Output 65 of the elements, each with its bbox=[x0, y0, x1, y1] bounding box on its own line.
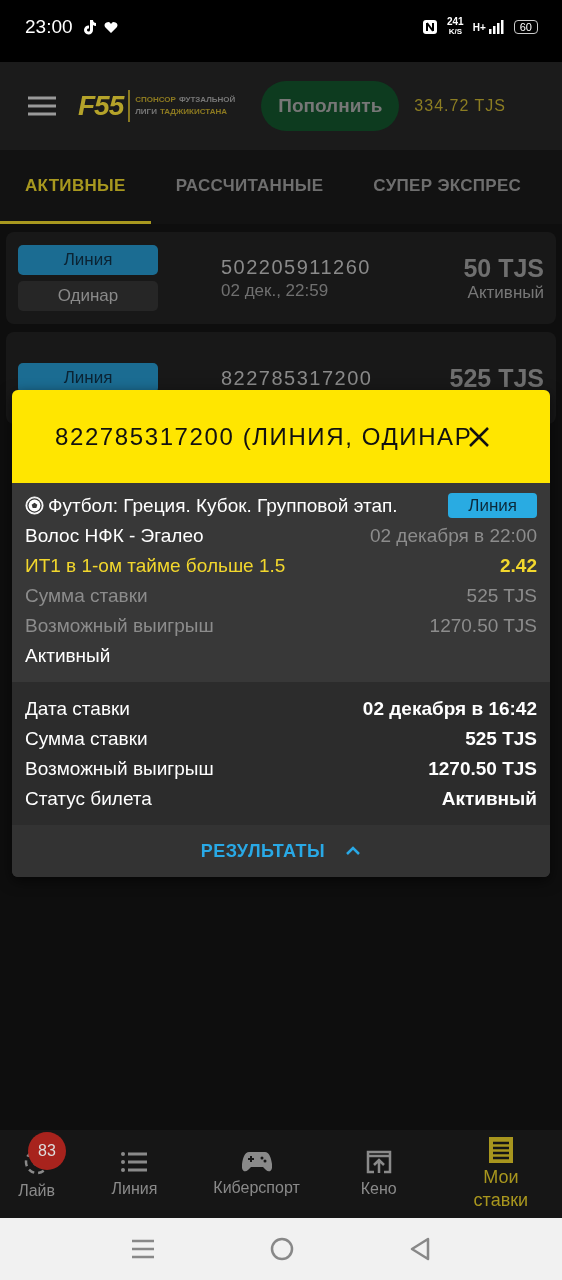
nfc-icon bbox=[422, 19, 438, 35]
ticket-icon bbox=[487, 1136, 514, 1164]
match-name: Волос НФК - Эгалео bbox=[25, 524, 204, 548]
network-type: H+ bbox=[472, 21, 486, 33]
tab[interactable]: АКТИВНЫЕ bbox=[0, 150, 151, 224]
gamepad-icon bbox=[241, 1151, 272, 1173]
bet-selection: ИТ1 в 1-ом тайме больше 1.5 bbox=[25, 554, 286, 578]
nav-item[interactable]: Линия bbox=[73, 1130, 196, 1218]
event-status: Активный bbox=[25, 644, 111, 668]
detail-value: 525 TJS bbox=[466, 584, 537, 608]
list-icon bbox=[120, 1150, 149, 1174]
tab[interactable]: РАССЧИТАННЫЕ bbox=[150, 150, 349, 224]
bet-amount: 525 TJS bbox=[449, 363, 544, 393]
heart-icon bbox=[102, 19, 119, 35]
bet-status: Активный bbox=[467, 282, 544, 303]
bet-type-chip: Линия bbox=[448, 493, 537, 518]
dialog-title: 822785317200 (ЛИНИЯ, ОДИНАР bbox=[55, 422, 473, 451]
summary-label: Дата ставки bbox=[25, 697, 130, 721]
bet-card[interactable]: Линия Одинар 502205911260 02 дек., 22:59 50 TJS Активный bbox=[6, 232, 556, 324]
summary-label: Возможный выигрыш bbox=[25, 757, 214, 781]
sponsor-text: ЛИГИ bbox=[135, 106, 157, 118]
nav-item[interactable]: Кено bbox=[317, 1130, 440, 1218]
soccer-ball-icon bbox=[25, 496, 44, 515]
tab[interactable]: СУПЕР ЭКСПРЕС bbox=[348, 150, 547, 224]
summary-label: Статус билета bbox=[25, 787, 152, 811]
back-icon[interactable] bbox=[410, 1237, 430, 1261]
summary-value: 525 TJS bbox=[465, 727, 537, 751]
bet-date: 02 дек., 22:59 bbox=[221, 280, 330, 301]
menu-icon[interactable] bbox=[28, 96, 56, 116]
clock-time: 23:00 bbox=[25, 16, 73, 38]
detail-label: Возможный выигрыш bbox=[25, 614, 214, 638]
results-button[interactable]: РЕЗУЛЬТАТЫ bbox=[12, 825, 550, 877]
speed-unit: K/S bbox=[448, 27, 462, 37]
count-badge: 83 bbox=[28, 1132, 66, 1170]
nav-item[interactable]: Лайв 83 bbox=[0, 1130, 74, 1218]
deposit-button[interactable]: Пополнить bbox=[261, 81, 400, 131]
odds-value: 2.42 bbox=[500, 554, 537, 578]
upload-screen-icon bbox=[365, 1150, 392, 1174]
bet-number: 822785317200 bbox=[221, 366, 373, 390]
summary-label: Сумма ставки bbox=[25, 727, 148, 751]
network-speed: 241 bbox=[447, 17, 464, 27]
battery-indicator: 60 bbox=[513, 20, 538, 34]
home-icon[interactable] bbox=[270, 1237, 294, 1261]
bet-kind-chip: Одинар bbox=[18, 281, 158, 311]
sponsor-text: ФУТЗАЛЬНОЙ bbox=[178, 94, 236, 106]
recents-icon[interactable] bbox=[132, 1239, 154, 1259]
bet-amount: 50 TJS bbox=[463, 253, 544, 283]
match-time: 02 декабря в 22:00 bbox=[369, 524, 537, 548]
balance: 334.72 TJS bbox=[414, 97, 506, 115]
nav-item[interactable]: Киберспорт bbox=[195, 1130, 318, 1218]
nav-item[interactable]: Мои ставки bbox=[439, 1130, 562, 1218]
bet-type-chip: Линия bbox=[18, 245, 158, 275]
summary-value: 02 декабря в 16:42 bbox=[362, 697, 537, 721]
bet-type-chip: Линия bbox=[18, 363, 158, 393]
close-icon[interactable] bbox=[468, 425, 491, 448]
detail-value: 1270.50 TJS bbox=[429, 614, 537, 638]
signal-icon bbox=[487, 19, 504, 35]
bet-number: 502205911260 bbox=[221, 255, 371, 279]
sponsor-text: СПОНСОР bbox=[135, 94, 176, 106]
summary-value: 1270.50 TJS bbox=[428, 757, 537, 781]
detail-label: Сумма ставки bbox=[25, 584, 148, 608]
summary-value: Активный bbox=[441, 787, 537, 811]
event-league: Футбол: Греция. Кубок. Групповой этап. bbox=[48, 494, 398, 518]
logo: F55 bbox=[78, 90, 124, 122]
sponsor-text: ТАДЖИКИСТАНА bbox=[159, 106, 227, 118]
